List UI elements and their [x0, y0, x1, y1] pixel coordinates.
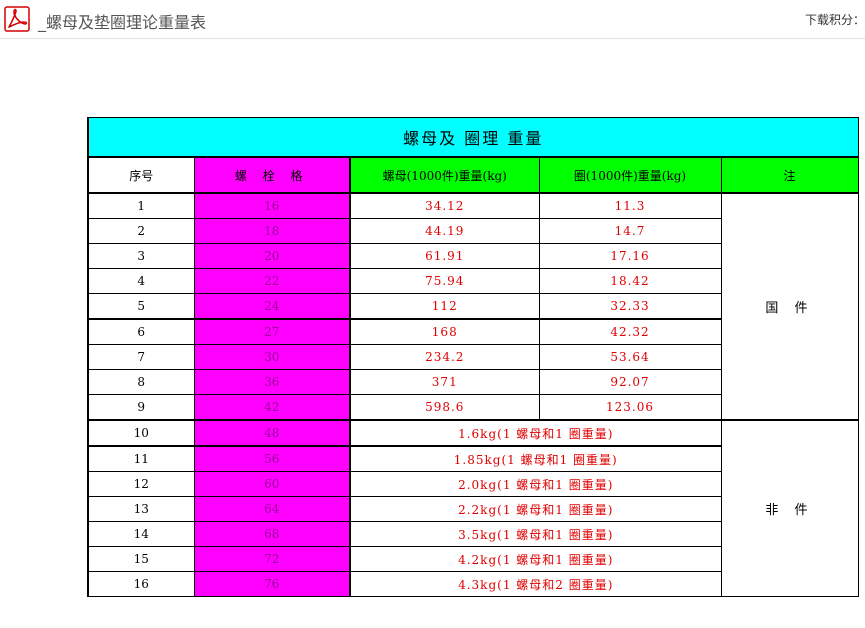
- bolt-spec-cell: 42: [193, 394, 351, 421]
- bolt-spec-cell: 18: [193, 218, 351, 244]
- download-points-label: 下载积分：: [804, 13, 865, 27]
- bolt-spec-cell: 72: [193, 546, 351, 572]
- nut-weight-cell: 34.12: [349, 192, 540, 219]
- bolt-spec-cell: 20: [193, 243, 351, 269]
- combined-weight-cell: 2.2kg(1 螺母和1 圈重量): [349, 496, 722, 522]
- row-number: 5: [87, 293, 195, 320]
- combined-weight-cell: 4.2kg(1 螺母和1 圈重量): [349, 546, 722, 572]
- washer-weight-cell: 18.42: [538, 268, 722, 294]
- row-number: 1: [87, 192, 195, 219]
- washer-weight-cell: 92.07: [538, 369, 722, 395]
- row-number: 12: [87, 471, 195, 497]
- bolt-spec-cell: 16: [193, 192, 351, 219]
- combined-weight-cell: 2.0kg(1 螺母和1 圈重量): [349, 471, 722, 497]
- weight-table: 螺母及 圈理 重量 序号 螺 栓 格 螺母(1000件)重量(kg) 圈(100…: [87, 117, 859, 597]
- row-number: 3: [87, 243, 195, 269]
- bolt-spec-cell: 24: [193, 293, 351, 320]
- row-number: 10: [87, 419, 195, 447]
- bolt-spec-cell: 36: [193, 369, 351, 395]
- bolt-spec-cell: 22: [193, 268, 351, 294]
- pdf-icon: [4, 6, 30, 32]
- note-cell-nonstandard: 非 件: [720, 419, 859, 597]
- table-title: 螺母及 圈理 重量: [87, 117, 859, 158]
- row-number: 13: [87, 496, 195, 522]
- bolt-spec-cell: 68: [193, 521, 351, 547]
- column-header-note: 注: [720, 156, 859, 194]
- combined-weight-cell: 3.5kg(1 螺母和1 圈重量): [349, 521, 722, 547]
- nut-weight-cell: 234.2: [349, 344, 540, 370]
- washer-weight-cell: 32.33: [538, 293, 722, 320]
- row-number: 9: [87, 394, 195, 421]
- bolt-spec-cell: 64: [193, 496, 351, 522]
- bolt-spec-cell: 76: [193, 571, 351, 597]
- row-number: 7: [87, 344, 195, 370]
- combined-weight-cell: 1.6kg(1 螺母和1 圈重量): [349, 419, 722, 447]
- nut-weight-cell: 371: [349, 369, 540, 395]
- combined-weight-cell: 4.3kg(1 螺母和2 圈重量): [349, 571, 722, 597]
- row-number: 8: [87, 369, 195, 395]
- row-number: 2: [87, 218, 195, 244]
- washer-weight-cell: 14.7: [538, 218, 722, 244]
- nut-weight-cell: 168: [349, 318, 540, 345]
- washer-weight-cell: 11.3: [538, 192, 722, 219]
- column-header-number: 序号: [87, 156, 195, 194]
- washer-weight-cell: 42.32: [538, 318, 722, 345]
- bolt-spec-cell: 48: [193, 419, 351, 447]
- nut-weight-cell: 75.94: [349, 268, 540, 294]
- column-header-washer-weight: 圈(1000件)重量(kg): [538, 156, 722, 194]
- row-number: 11: [87, 445, 195, 472]
- washer-weight-cell: 53.64: [538, 344, 722, 370]
- row-number: 15: [87, 546, 195, 572]
- document-title: _螺母及垫圈理论重量表: [38, 13, 207, 32]
- table-row: 10 48 1.6kg(1 螺母和1 圈重量) 非 件: [87, 419, 859, 597]
- column-header-bolt-spec: 螺 栓 格: [193, 156, 351, 194]
- nut-weight-cell: 598.6: [349, 394, 540, 421]
- nut-weight-cell: 61.91: [349, 243, 540, 269]
- bolt-spec-cell: 60: [193, 471, 351, 497]
- nut-weight-cell: 112: [349, 293, 540, 320]
- washer-weight-cell: 123.06: [538, 394, 722, 421]
- column-header-nut-weight: 螺母(1000件)重量(kg): [349, 156, 540, 194]
- row-number: 4: [87, 268, 195, 294]
- row-number: 16: [87, 571, 195, 597]
- combined-weight-cell: 1.85kg(1 螺母和1 圈重量): [349, 445, 722, 472]
- table-row: 1 16 34.12 11.3 国 件: [87, 192, 859, 421]
- bolt-spec-cell: 27: [193, 318, 351, 345]
- bolt-spec-cell: 30: [193, 344, 351, 370]
- bolt-spec-cell: 56: [193, 445, 351, 472]
- washer-weight-cell: 17.16: [538, 243, 722, 269]
- row-number: 14: [87, 521, 195, 547]
- note-cell-standard: 国 件: [720, 192, 859, 421]
- row-number: 6: [87, 318, 195, 345]
- nut-weight-cell: 44.19: [349, 218, 540, 244]
- document-header: _螺母及垫圈理论重量表 下载积分：: [0, 0, 865, 39]
